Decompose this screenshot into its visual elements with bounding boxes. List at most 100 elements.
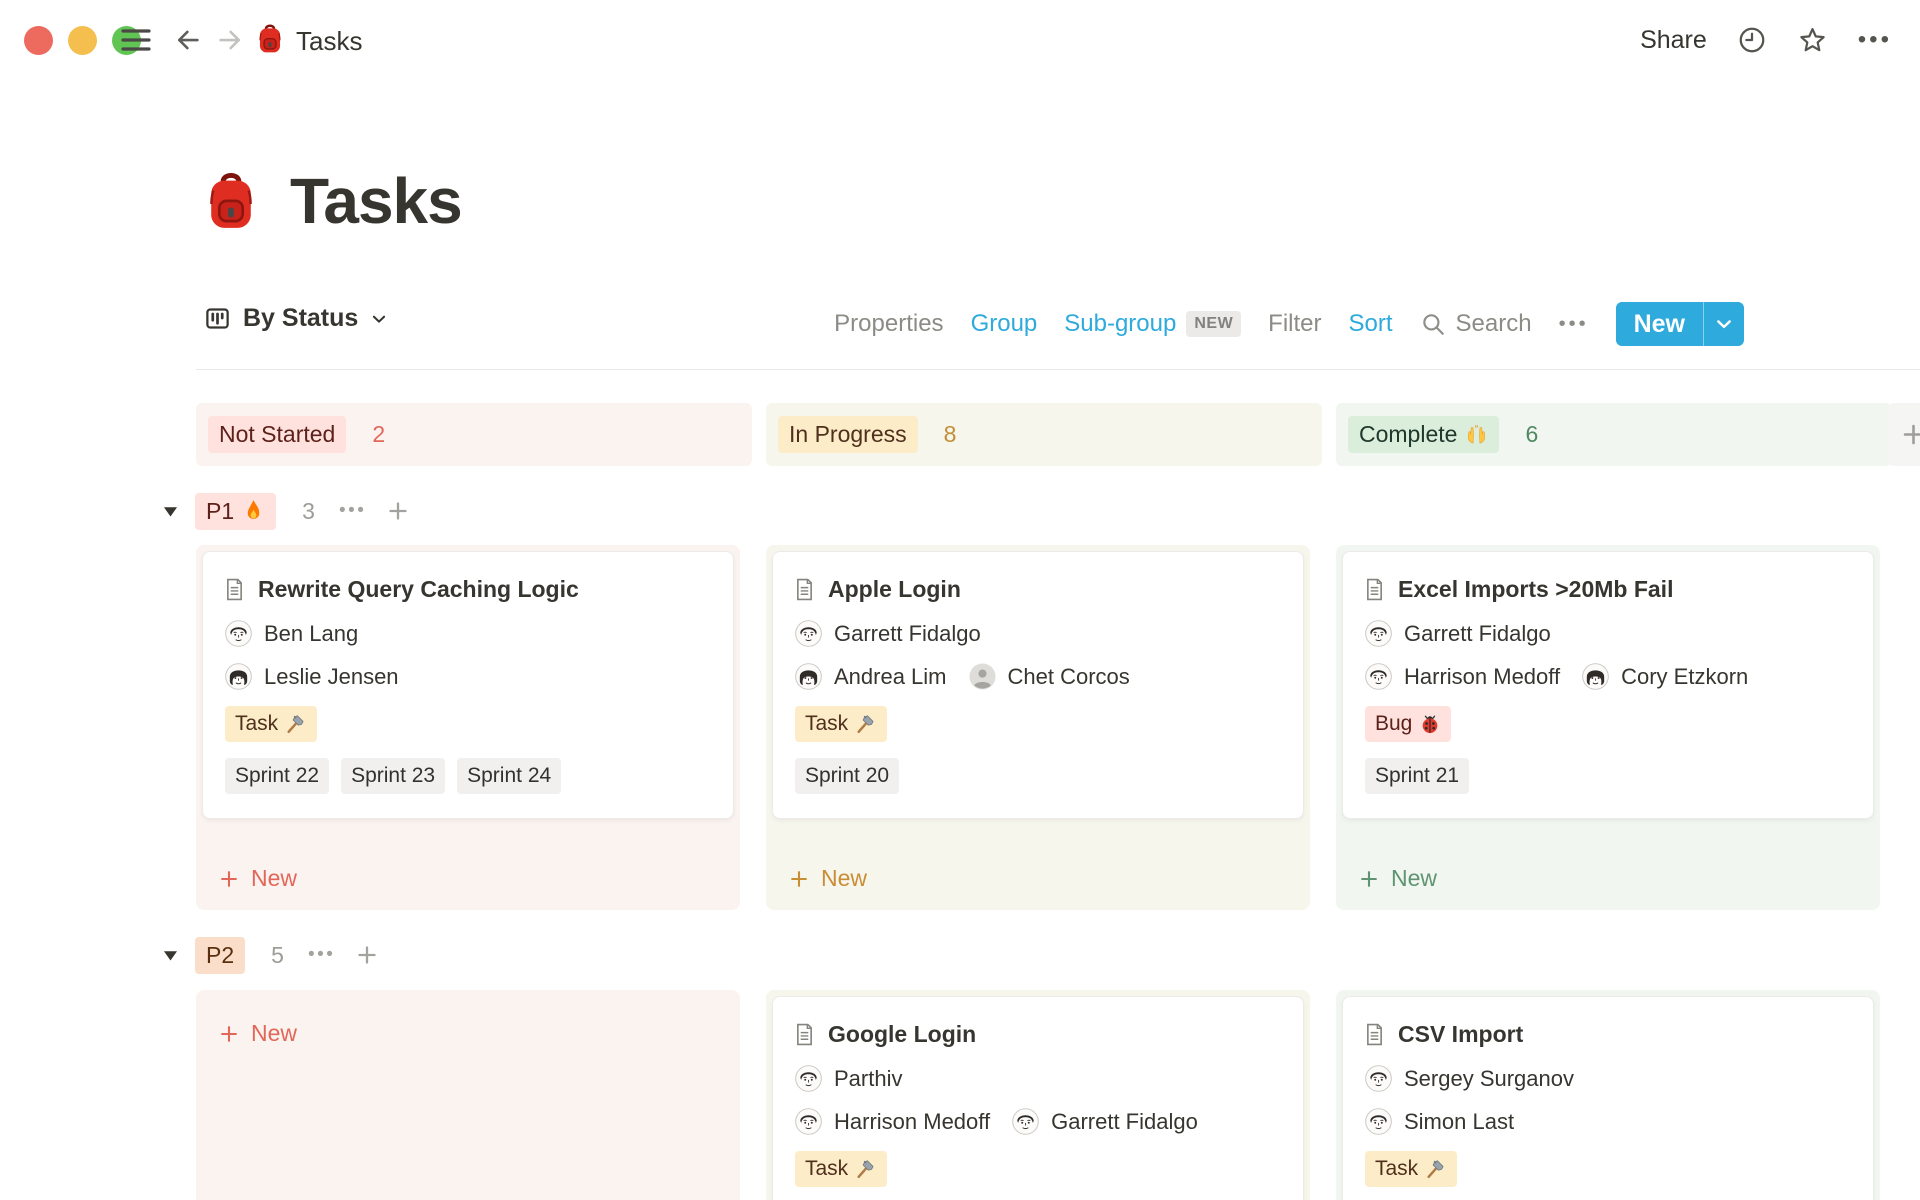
group-more-icon[interactable]: ••• (339, 500, 366, 522)
assignee-row: Parthiv (795, 1065, 1281, 1092)
tag-chip: Task (795, 706, 887, 742)
notion-window: Tasks Share ••• Tasks By Status (0, 0, 1920, 1200)
group-row-p2: P25••• (160, 936, 379, 974)
column-count: 6 (1525, 421, 1538, 448)
assignee[interactable]: Harrison Medoff (1365, 663, 1560, 690)
avatar (225, 620, 252, 647)
tag-chip-label: Bug (1375, 709, 1412, 739)
properties-button[interactable]: Properties (834, 310, 943, 338)
subgroup-button[interactable]: Sub-group NEW (1064, 310, 1241, 338)
window-titlebar: Tasks Share ••• (0, 0, 1920, 80)
new-card-button[interactable]: New (772, 865, 1304, 892)
column-header-not-started: Not Started2 (196, 403, 752, 466)
p2-in-progress-section: Google Login Parthiv Harrison Medoff Gar… (766, 990, 1310, 1200)
new-button[interactable]: New (1616, 302, 1744, 346)
new-button-label: New (1616, 302, 1703, 346)
assignee-name: Parthiv (834, 1066, 902, 1092)
card-title: CSV Import (1398, 1019, 1523, 1049)
assignee-name: Sergey Surganov (1404, 1066, 1574, 1092)
minimize-window-button[interactable] (68, 26, 97, 55)
card-title-row: Google Login (795, 1019, 1281, 1049)
avatar (1582, 663, 1609, 690)
assignee[interactable]: Andrea Lim (795, 663, 947, 690)
column-status-chip[interactable]: Complete (1348, 416, 1499, 453)
new-card-button[interactable]: New (202, 1020, 734, 1047)
new-card-button[interactable]: New (1342, 865, 1874, 892)
assignee[interactable]: Parthiv (795, 1065, 902, 1092)
assignee[interactable]: Simon Last (1365, 1108, 1514, 1135)
column-status-chip[interactable]: Not Started (208, 416, 346, 453)
p1-in-progress-section: Apple Login Garrett Fidalgo Andrea Lim C… (766, 545, 1310, 910)
chevron-down-icon[interactable] (1704, 302, 1744, 346)
back-icon[interactable] (172, 25, 204, 55)
avatar (795, 663, 822, 690)
new-card-button[interactable]: New (202, 865, 734, 892)
assignee[interactable]: Garrett Fidalgo (1365, 620, 1551, 647)
task-card[interactable]: CSV Import Sergey Surganov Simon Last Tas… (1342, 996, 1874, 1200)
avatar (795, 1065, 822, 1092)
assignee[interactable]: Garrett Fidalgo (1012, 1108, 1198, 1135)
column-status-chip[interactable]: In Progress (778, 416, 918, 453)
assignee-name: Leslie Jensen (264, 664, 399, 690)
task-card[interactable]: Excel Imports >20Mb Fail Garrett Fidalgo… (1342, 551, 1874, 819)
group-chip-p2-label: P2 (206, 942, 234, 969)
sprint-row: Sprint 21 (1365, 758, 1851, 794)
page-backpack-icon[interactable] (204, 168, 258, 231)
assignee-row: Garrett Fidalgo (1365, 620, 1851, 647)
sort-button[interactable]: Sort (1349, 310, 1393, 338)
sprint-chip: Sprint 20 (795, 758, 899, 794)
filter-button[interactable]: Filter (1268, 310, 1321, 338)
card-title: Apple Login (828, 574, 961, 604)
avatar (1365, 620, 1392, 647)
avatar (1365, 1065, 1392, 1092)
group-chip-p2[interactable]: P2 (195, 937, 245, 974)
view-switcher[interactable]: By Status (204, 304, 388, 333)
assignee[interactable]: Cory Etzkorn (1582, 663, 1748, 690)
column-header-in-progress: In Progress8 (766, 403, 1322, 466)
group-add-icon[interactable] (386, 499, 410, 523)
group-toggle-icon[interactable] (160, 945, 181, 966)
assignee-name: Andrea Lim (834, 664, 947, 690)
assignee-row: Simon Last (1365, 1108, 1851, 1135)
assignee-row: Andrea Lim Chet Corcos (795, 663, 1281, 690)
toolbar-divider (196, 369, 1920, 370)
forward-icon[interactable] (214, 25, 246, 55)
window-title: Tasks (296, 26, 362, 57)
group-more-icon[interactable]: ••• (308, 944, 335, 966)
toolbar-more-icon[interactable]: ••• (1559, 313, 1589, 336)
group-toggle-icon[interactable] (160, 501, 181, 522)
assignee[interactable]: Harrison Medoff (795, 1108, 990, 1135)
assignee-name: Harrison Medoff (834, 1109, 990, 1135)
plus-icon (218, 868, 240, 890)
assignee[interactable]: Chet Corcos (969, 663, 1130, 690)
close-window-button[interactable] (24, 26, 53, 55)
task-card[interactable]: Apple Login Garrett Fidalgo Andrea Lim C… (772, 551, 1304, 819)
sprint-chip-label: Sprint 21 (1375, 761, 1459, 791)
more-options-icon[interactable]: ••• (1858, 26, 1892, 54)
avatar (969, 663, 996, 690)
sprint-chip: Sprint 21 (1365, 758, 1469, 794)
sidebar-menu-icon[interactable] (120, 27, 152, 53)
search-button[interactable]: Search (1420, 310, 1532, 338)
assignee-row: Leslie Jensen (225, 663, 711, 690)
share-button[interactable]: Share (1640, 26, 1707, 55)
tag-row: Task (795, 706, 1281, 742)
assignee[interactable]: Leslie Jensen (225, 663, 399, 690)
clock-icon[interactable] (1737, 25, 1767, 55)
star-icon[interactable] (1797, 25, 1828, 56)
group-chip-p1[interactable]: P1 (195, 493, 276, 530)
assignee[interactable]: Garrett Fidalgo (795, 620, 981, 647)
assignee[interactable]: Sergey Surganov (1365, 1065, 1574, 1092)
tag-row: Task (1365, 1151, 1851, 1187)
task-card[interactable]: Google Login Parthiv Harrison Medoff Gar… (772, 996, 1304, 1200)
plus-icon (788, 868, 810, 890)
sprint-row: Sprint 20 (795, 758, 1281, 794)
task-card[interactable]: Rewrite Query Caching Logic Ben Lang Les… (202, 551, 734, 819)
assignee[interactable]: Ben Lang (225, 620, 358, 647)
add-column-icon[interactable] (1900, 421, 1920, 448)
assignee-row: Garrett Fidalgo (795, 620, 1281, 647)
search-icon (1420, 311, 1446, 337)
group-add-icon[interactable] (355, 943, 379, 967)
view-label: By Status (243, 304, 358, 333)
group-button[interactable]: Group (971, 310, 1038, 338)
